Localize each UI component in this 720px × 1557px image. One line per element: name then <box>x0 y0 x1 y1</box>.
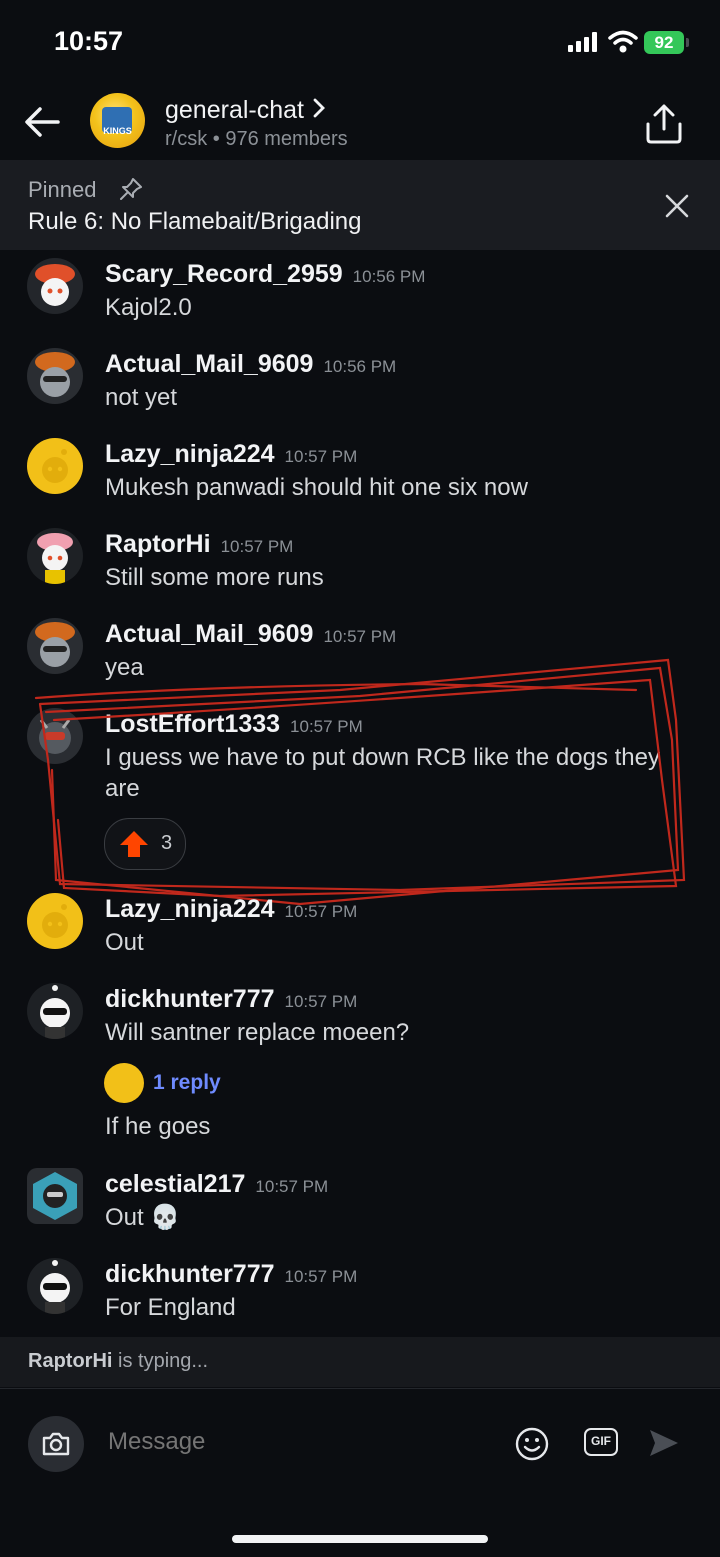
gif-button[interactable]: GIF <box>584 1428 618 1456</box>
chat-title-text: general-chat <box>165 96 304 124</box>
message-input[interactable] <box>106 1427 490 1457</box>
avatar[interactable] <box>27 1168 83 1224</box>
message-composer: GIF <box>0 1388 720 1499</box>
reply-count: 1 reply <box>153 1071 221 1094</box>
username-text: Actual_Mail_9609 <box>105 620 314 648</box>
username-text: Actual_Mail_9609 <box>105 350 314 378</box>
message-text: Kajol2.0 <box>105 294 192 321</box>
chevron-right-icon <box>313 98 325 118</box>
upvote-count: 3 <box>161 832 173 854</box>
message-username[interactable]: Lazy_ninja224 10:57 PM <box>105 895 357 924</box>
avatar[interactable] <box>27 258 83 314</box>
typing-indicator: RaptorHi is typing... <box>0 1337 720 1387</box>
cellular-signal-icon <box>568 32 597 52</box>
message-text: If he goes <box>105 1113 211 1140</box>
typing-user: RaptorHi <box>28 1350 113 1372</box>
message-text: For England <box>105 1294 236 1321</box>
pinned-label: Pinned <box>28 177 97 202</box>
avatar[interactable] <box>27 1258 83 1314</box>
avatar[interactable] <box>27 348 83 404</box>
battery-nub <box>686 38 689 47</box>
message-text: Mukesh panwadi should hit one six now <box>105 474 528 501</box>
username-text: dickhunter777 <box>105 985 275 1013</box>
reply-avatar <box>104 1063 144 1103</box>
username-text: Scary_Record_2959 <box>105 260 343 288</box>
chat-subtitle: r/csk • 976 members <box>165 128 348 150</box>
avatar[interactable] <box>27 528 83 584</box>
message-username[interactable]: RaptorHi 10:57 PM <box>105 530 293 559</box>
emoji-icon[interactable] <box>514 1426 550 1462</box>
message-username[interactable]: dickhunter777 10:57 PM <box>105 1260 357 1289</box>
message-text: not yet <box>105 384 178 411</box>
camera-icon <box>42 1432 70 1456</box>
community-avatar[interactable]: KINGS <box>90 93 145 148</box>
username-text: Lazy_ninja224 <box>105 440 275 468</box>
message-username[interactable]: Actual_Mail_9609 10:57 PM <box>105 620 396 649</box>
message-timestamp: 10:57 PM <box>284 1267 358 1286</box>
upvote-reaction-button[interactable]: 3 <box>104 818 186 870</box>
message-username[interactable]: dickhunter777 10:57 PM <box>105 985 357 1014</box>
avatar[interactable] <box>27 708 83 764</box>
share-icon[interactable] <box>642 102 686 146</box>
close-icon[interactable] <box>664 193 690 219</box>
pinned-banner[interactable]: Pinned Rule 6: No Flamebait/Brigading <box>0 160 720 250</box>
message-text: I guess we have to put down RCB like the… <box>105 744 660 802</box>
username-text: Lazy_ninja224 <box>105 895 275 923</box>
avatar[interactable] <box>27 893 83 949</box>
message-username[interactable]: celestial217 10:57 PM <box>105 1170 328 1199</box>
send-icon[interactable] <box>648 1428 680 1458</box>
message-timestamp: 10:57 PM <box>290 717 363 736</box>
upvote-arrow-icon <box>120 831 148 857</box>
message-username[interactable]: Actual_Mail_9609 10:56 PM <box>105 350 396 379</box>
message-text: Still some more runs <box>105 564 324 591</box>
camera-button[interactable] <box>28 1416 84 1472</box>
message-timestamp: 10:57 PM <box>284 902 358 921</box>
message-text: Will santner replace moeen? <box>105 1019 410 1046</box>
avatar[interactable] <box>27 618 83 674</box>
message-timestamp: 10:56 PM <box>352 267 426 286</box>
chat-header: KINGS general-chat r/csk • 976 members <box>0 88 720 160</box>
home-indicator <box>232 1535 488 1543</box>
message-username[interactable]: LostEffort1333 10:57 PM <box>105 710 363 739</box>
message-text: Out <box>105 929 144 956</box>
username-text: dickhunter777 <box>105 1260 275 1288</box>
wifi-icon <box>608 30 638 53</box>
pin-icon <box>120 178 142 200</box>
avatar[interactable] <box>27 983 83 1039</box>
status-bar: 10:57 92 <box>0 0 720 88</box>
username-text: LostEffort1333 <box>105 710 281 738</box>
message-username[interactable]: Lazy_ninja224 10:57 PM <box>105 440 357 469</box>
avatar[interactable] <box>27 438 83 494</box>
message-text: Out 💀 <box>105 1204 181 1231</box>
message-timestamp: 10:56 PM <box>323 357 397 376</box>
message-timestamp: 10:57 PM <box>284 447 358 466</box>
username-text: RaptorHi <box>105 530 211 558</box>
message-text: yea <box>105 654 144 681</box>
message-timestamp: 10:57 PM <box>255 1177 329 1196</box>
message-timestamp: 10:57 PM <box>284 992 358 1011</box>
username-text: celestial217 <box>105 1170 246 1198</box>
status-time: 10:57 <box>54 26 124 56</box>
typing-suffix: is typing... <box>112 1350 209 1372</box>
chat-title[interactable]: general-chat <box>165 96 326 125</box>
pinned-rule-text: Rule 6: No Flamebait/Brigading <box>28 208 362 235</box>
message-timestamp: 10:57 PM <box>220 537 294 556</box>
battery-indicator: 92 <box>644 31 684 54</box>
message-username[interactable]: Scary_Record_2959 10:56 PM <box>105 260 425 289</box>
message-timestamp: 10:57 PM <box>323 627 397 646</box>
back-arrow-icon[interactable] <box>20 100 64 144</box>
